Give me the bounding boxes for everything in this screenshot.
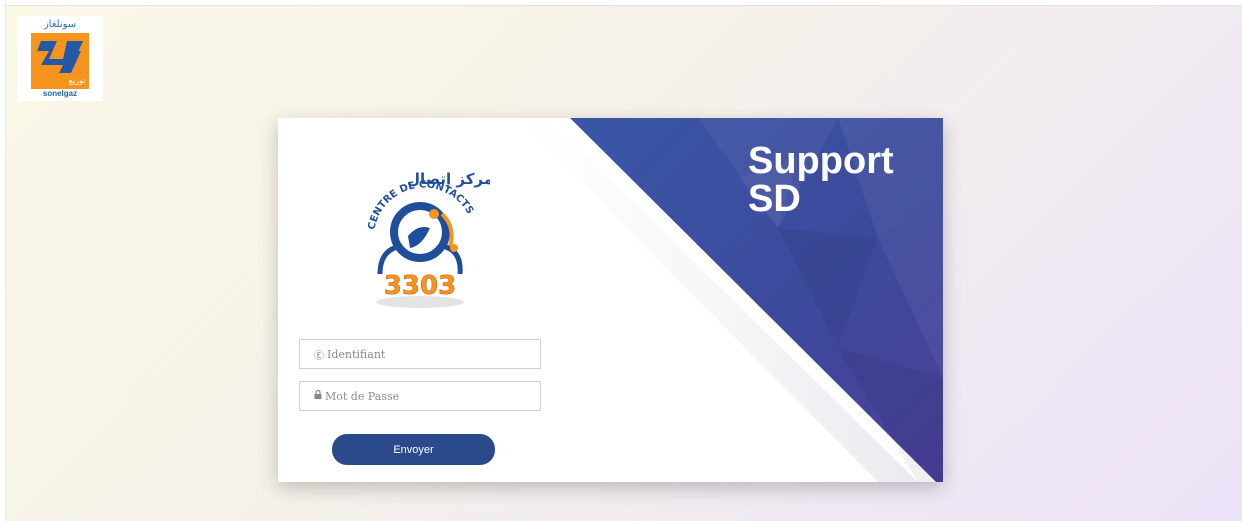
password-input[interactable]: [325, 389, 525, 403]
sonelgaz-logo: سونلغاز ﺗﻮﺯﻳﻊ sonelgaz: [17, 16, 103, 101]
lock-icon: [314, 389, 322, 402]
contact-center-logo: CENTRE DE CONTACTS مركز إتصال 3303: [350, 154, 493, 314]
title-line-2: SD: [748, 178, 801, 220]
window-top-edge: [0, 0, 1242, 6]
page-title: Support SD: [748, 142, 894, 218]
username-field[interactable]: Ⓔ: [299, 339, 541, 369]
user-circle-icon: Ⓔ: [314, 350, 324, 362]
login-card: Support SD CENTRE DE CONTACTS مركز إتصال…: [278, 118, 943, 482]
password-field[interactable]: [299, 381, 541, 411]
brand-latin-name: sonelgaz: [42, 89, 78, 98]
title-line-1: Support: [748, 140, 894, 182]
username-input[interactable]: [327, 347, 527, 361]
contact-arabic-text: مركز إتصال: [407, 170, 490, 188]
contact-number: 3303: [384, 271, 456, 301]
sonelgaz-emblem-icon: ﺗﻮﺯﻳﻊ: [31, 33, 89, 89]
window-left-edge: [0, 0, 6, 521]
svg-text:ﺗﻮﺯﻳﻊ: ﺗﻮﺯﻳﻊ: [69, 76, 86, 85]
submit-button[interactable]: Envoyer: [332, 434, 495, 465]
brand-arabic-name: سونلغاز: [43, 19, 77, 30]
